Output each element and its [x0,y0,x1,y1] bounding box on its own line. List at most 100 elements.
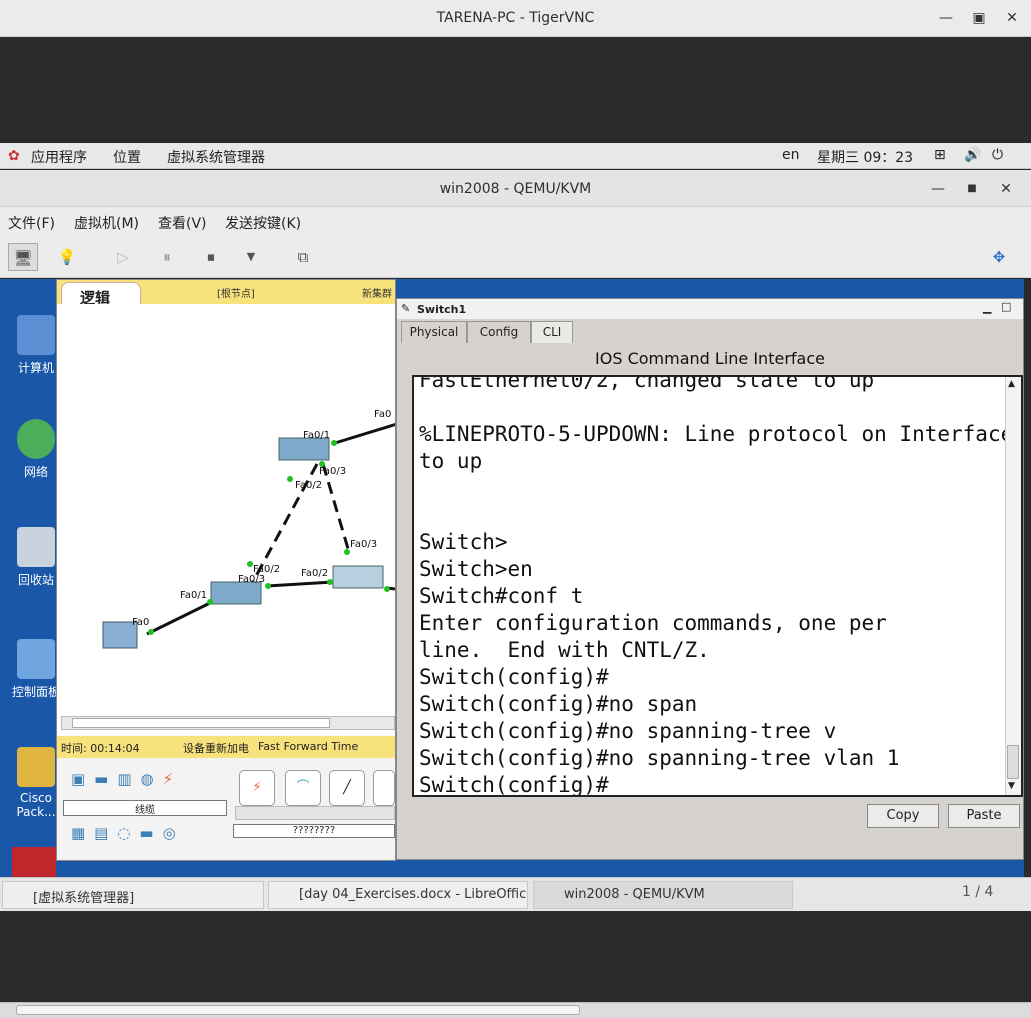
minimize-icon[interactable]: ▁ [983,301,991,314]
canvas-hscrollbar[interactable] [61,716,395,730]
port-label: Fa0/2 [301,568,329,579]
computer-icon [17,315,55,355]
port-label: Fa0/1 [180,590,208,601]
switch-icon [332,565,384,589]
device-panel: ▣▬▥◍⚡ 线缆 ▦▤◌▬◎ ⚡ ⌒ ╱ ???????? [57,758,395,860]
lang-indicator[interactable]: en [782,147,800,163]
topology-links [102,423,395,649]
tab-physical[interactable]: Physical [401,321,467,343]
menu-sendkey[interactable]: 发送按键(K) [225,213,301,233]
port-label: Fa0 [374,409,392,420]
switch-title: Switch1 [417,303,467,316]
qemu-toolbar: 🖥 💡 ▷ ⏸ ⏹ ▼ ⧉ ✥ [0,236,1031,278]
switch-config-window: ✎ Switch1 ▁ □ Physical Config CLI IOS Co… [396,298,1024,860]
scroll-thumb[interactable] [1007,745,1019,779]
copy-button[interactable]: Copy [867,804,939,828]
snapshot-icon[interactable]: ⧉ [288,243,318,271]
menu-file[interactable]: 文件(F) [8,213,55,233]
workspace-pager[interactable]: 1 / 4 [962,884,993,900]
filezilla-icon[interactable] [12,847,56,877]
straight-cable-icon[interactable]: ╱ [329,770,365,806]
crossover-cable-icon[interactable] [373,770,395,806]
recycle-bin-icon [17,527,55,567]
sim-time: 时间: 00:14:04 [61,742,140,755]
console-icon[interactable]: 🖥 [8,243,38,271]
pause-icon[interactable]: ⏸ [152,243,182,271]
packet-tracer-window: [根节点] 新集群 逻辑 Fa0 Fa0/1 Fa0/3 Fa0/2 Fa0/3 [56,279,396,861]
maximize-icon[interactable]: ▣ [969,8,989,28]
details-icon[interactable]: 💡 [52,243,82,271]
desktop-icon-label: 控制面板 [11,685,60,699]
maximize-icon[interactable]: ■ [962,179,982,199]
scroll-down-icon[interactable]: ▼ [1008,781,1015,791]
task-qemu[interactable]: win2008 - QEMU/KVM [533,881,793,909]
auto-cable-icon[interactable]: ⚡ [239,770,275,806]
topology-canvas[interactable]: Fa0 Fa0/1 Fa0/3 Fa0/2 Fa0/3 Fa0/2 Fa0/3 … [57,304,395,716]
port-label: Fa0/2 [295,480,323,491]
cli-output[interactable]: FastEthernet0/2, changed state to up %LI… [419,377,1013,795]
vnc-titlebar: TARENA-PC - TigerVNC — ▣ ✕ [0,0,1031,37]
scroll-thumb[interactable] [16,1005,580,1015]
device-name-field[interactable]: ???????? [233,824,395,838]
close-icon[interactable]: ✕ [1002,8,1022,28]
minimize-icon[interactable]: — [928,179,948,199]
close-icon[interactable]: ✕ [996,179,1016,199]
console-cable-icon[interactable]: ⌒ [285,770,321,806]
qemu-titlebar: win2008 - QEMU/KVM — ■ ✕ [0,170,1031,207]
device-category-icons[interactable]: ▣▬▥◍⚡ [71,770,221,790]
task-vmm[interactable]: [虚拟系统管理器] [2,881,264,909]
qemu-title: win2008 - QEMU/KVM [439,181,592,197]
pt-statusbar: 时间: 00:14:04 设备重新加电 Fast Forward Time [57,736,395,758]
cli-terminal[interactable]: FastEthernet0/2, changed state to up %LI… [412,375,1023,797]
qemu-menubar: 文件(F) 虚拟机(M) 查看(V) 发送按键(K) [0,207,1031,236]
desktop-icon-label: 计算机 [17,361,54,375]
vnc-title: TARENA-PC - TigerVNC [436,10,595,26]
new-cluster[interactable]: 新集群 [362,285,392,300]
gnome-foot-icon[interactable]: ✿ [8,148,20,164]
port-label: Fa0/3 [238,574,266,585]
port-label: Fa0/3 [319,466,347,477]
vmm-menu[interactable]: 虚拟系统管理器 [167,147,265,167]
cli-header: IOS Command Line Interface [595,349,825,368]
power-cycle-button[interactable]: 设备重新加电 [183,740,249,756]
shutdown-icon[interactable]: ⏹ [196,243,226,271]
switch-app-icon: ✎ [401,302,411,315]
vnc-hscrollbar[interactable] [0,1002,1031,1018]
apps-menu[interactable]: 应用程序 [31,147,87,167]
port-label: Fa0/3 [350,539,378,550]
fast-forward-button[interactable]: Fast Forward Time [258,740,358,753]
network-globe-icon [17,419,55,459]
switch-tabs: Physical Config CLI [399,321,1019,343]
clock[interactable]: 星期三 09：23 [817,147,913,167]
desktop-icon-label: 回收站 [17,573,54,587]
task-libreoffice[interactable]: [day 04_Exercises.docx - LibreOffic… [268,881,528,909]
scroll-up-icon[interactable]: ▲ [1008,379,1015,389]
places-menu[interactable]: 位置 [113,147,141,167]
power-icon[interactable]: ⏻ [992,147,1003,163]
maximize-icon[interactable]: □ [1001,300,1011,313]
run-icon[interactable]: ▷ [108,243,138,271]
cli-scrollbar[interactable]: ▲ ▼ [1005,377,1021,795]
tab-cli[interactable]: CLI [531,321,573,343]
root-node[interactable]: [根节点] [217,285,255,300]
network-icon[interactable]: ⊞ [934,147,946,163]
paste-button[interactable]: Paste [948,804,1020,828]
subcategory-icons[interactable]: ▦▤◌▬◎ [71,824,221,846]
desktop-icon-label: Cisco Pack... [16,791,56,819]
cable-scrollbar[interactable] [235,806,395,820]
scroll-thumb[interactable] [72,718,330,728]
chevron-down-icon[interactable]: ▼ [236,243,266,271]
port-label: Fa0/1 [303,430,331,441]
switch-icon [278,437,330,461]
volume-icon[interactable]: 🔊 [964,147,981,163]
menu-vm[interactable]: 虚拟机(M) [74,213,139,233]
fullscreen-icon[interactable]: ✥ [984,243,1014,271]
minimize-icon[interactable]: — [936,8,956,28]
menu-view[interactable]: 查看(V) [158,213,207,233]
gnome-panel: ✿ 应用程序 位置 虚拟系统管理器 en 星期三 09：23 ⊞ 🔊 ⏻ [0,143,1031,169]
desktop-icon-label: 网络 [23,465,48,479]
switch-icon [210,581,262,605]
tab-config[interactable]: Config [467,321,531,343]
control-panel-icon [17,639,55,679]
cisco-packet-tracer-icon [17,747,55,787]
